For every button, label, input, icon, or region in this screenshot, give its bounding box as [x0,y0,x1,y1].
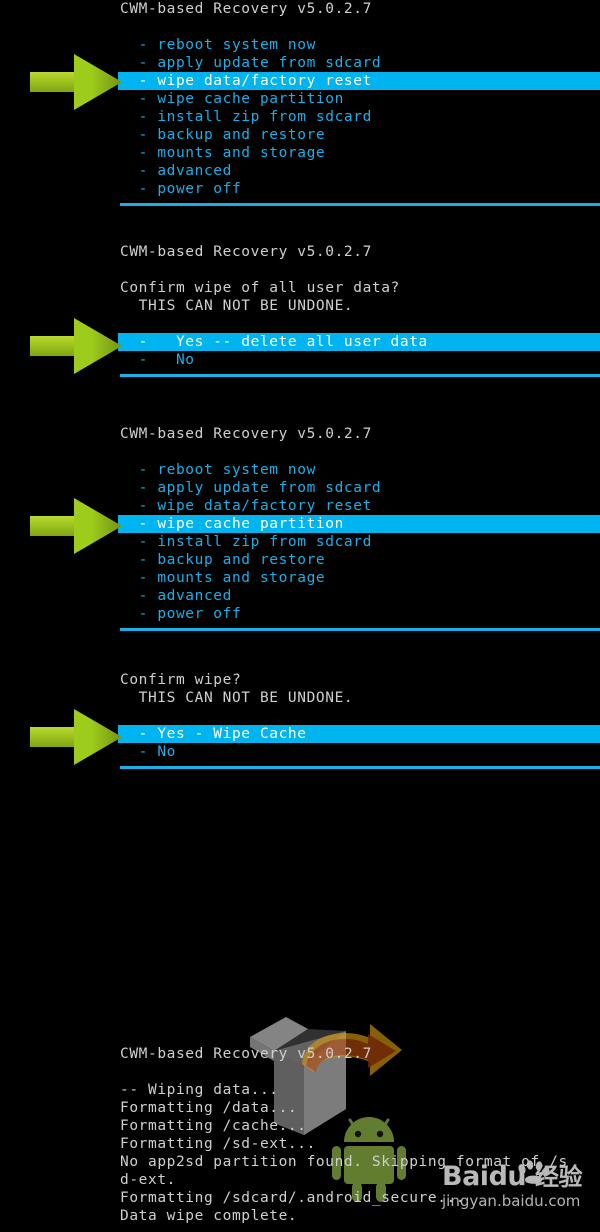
panel-header: CWM-based Recovery v5.0.2.7 [120,1046,372,1062]
menu-item-apply-update-from-sdcard[interactable]: - apply update from sdcard [0,54,600,72]
log-line: No app2sd partition found. Skipping form… [120,1154,568,1170]
menu-divider [120,203,600,206]
confirm-prompt-question: Confirm wipe? [120,672,242,688]
menu-item-apply-update-from-sdcard[interactable]: - apply update from sdcard [0,479,600,497]
confirm-prompt-question: Confirm wipe of all user data? [120,280,400,296]
menu-item-wipe-data-factory-reset[interactable]: - wipe data/factory reset [0,72,600,90]
log-line: Formatting /data... [120,1100,298,1116]
menu-item-label: - wipe data/factory reset [120,73,372,89]
menu-item-mounts-and-storage[interactable]: - mounts and storage [0,569,600,587]
menu-item-mounts-and-storage[interactable]: - mounts and storage [0,144,600,162]
menu-item-power-off[interactable]: - power off [0,605,600,623]
log-line: Formatting /sd-ext... [120,1136,316,1152]
menu-item-label: - Yes -- delete all user data [120,334,428,350]
confirm-prompt-warning: THIS CAN NOT BE UNDONE. [120,690,354,706]
log-line: Formatting /sdcard/.android_secure... [120,1190,466,1206]
recovery-panel-confirm-wipe-user-data: CWM-based Recovery v5.0.2.7 Confirm wipe… [0,243,600,377]
recovery-panel-main-menu-wipe-data: CWM-based Recovery v5.0.2.7 - reboot sys… [0,0,600,206]
panel-header: CWM-based Recovery v5.0.2.7 [120,426,372,442]
menu-item-install-zip-from-sdcard[interactable]: - install zip from sdcard [0,533,600,551]
menu-item-wipe-cache-partition[interactable]: - wipe cache partition [0,90,600,108]
menu-divider [120,374,600,377]
menu-item-power-off[interactable]: - power off [0,180,600,198]
log-line: Data wipe complete. [120,1208,298,1224]
panel-header: CWM-based Recovery v5.0.2.7 [120,1,372,17]
menu-item-install-zip-from-sdcard[interactable]: - install zip from sdcard [0,108,600,126]
menu-item-reboot-system-now[interactable]: - reboot system now [0,461,600,479]
menu-item-wipe-data-factory-reset[interactable]: - wipe data/factory reset [0,497,600,515]
menu-item-backup-and-restore[interactable]: - backup and restore [0,126,600,144]
confirm-option-yes-delete-all-user-data[interactable]: - Yes -- delete all user data [0,333,600,351]
log-line: d-ext. [120,1172,176,1188]
recovery-panel-main-menu-wipe-cache: CWM-based Recovery v5.0.2.7 - reboot sys… [0,425,600,631]
menu-divider [120,628,600,631]
menu-item-label: - Yes - Wipe Cache [120,726,307,742]
confirm-option-no[interactable]: - No [0,351,600,369]
menu-item-wipe-cache-partition[interactable]: - wipe cache partition [0,515,600,533]
confirm-option-yes-wipe-cache[interactable]: - Yes - Wipe Cache [0,725,600,743]
menu-item-backup-and-restore[interactable]: - backup and restore [0,551,600,569]
panel-header: CWM-based Recovery v5.0.2.7 [120,244,372,260]
menu-item-label: - wipe cache partition [120,516,344,532]
confirm-prompt-warning: THIS CAN NOT BE UNDONE. [120,298,354,314]
menu-item-reboot-system-now[interactable]: - reboot system now [0,36,600,54]
recovery-panel-wipe-log: CWM-based Recovery v5.0.2.7 -- Wiping da… [0,1045,600,1225]
log-line: -- Wiping data... [120,1082,279,1098]
log-line: Formatting /cache... [120,1118,307,1134]
confirm-option-no[interactable]: - No [0,743,600,761]
recovery-panel-confirm-wipe-cache: Confirm wipe? THIS CAN NOT BE UNDONE. - … [0,671,600,769]
menu-item-advanced[interactable]: - advanced [0,587,600,605]
menu-item-advanced[interactable]: - advanced [0,162,600,180]
menu-divider [120,766,600,769]
